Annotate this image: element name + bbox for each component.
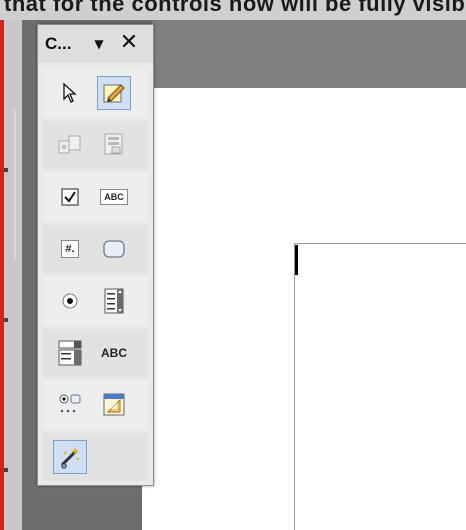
form-design-button[interactable] (97, 388, 131, 422)
push-button-icon (102, 238, 126, 260)
select-pointer-button[interactable] (53, 76, 87, 110)
toolbar-row: ABC (43, 173, 148, 221)
text-boundary-left (294, 243, 295, 530)
checkbox-icon (60, 187, 80, 207)
toolbar-title-bar[interactable]: C... ▼ ✕ (38, 25, 153, 63)
toolbar-menu-button[interactable]: ▼ (88, 33, 110, 55)
text-box-icon: ABC (100, 189, 128, 205)
text-cursor (295, 245, 298, 275)
design-mode-icon (101, 80, 127, 106)
wizard-wand-icon (57, 444, 83, 470)
toolbar-title: C... (45, 34, 72, 53)
toolbar-close-button[interactable]: ✕ (118, 31, 140, 55)
toolbar-row (43, 277, 148, 325)
ruler-tick (4, 168, 8, 172)
list-box-button[interactable] (97, 284, 131, 318)
formatted-field-button[interactable]: #. (53, 232, 87, 266)
form-properties-button[interactable] (97, 128, 131, 162)
ruler-highlight (14, 110, 16, 260)
form-design-icon (101, 392, 127, 418)
text-boundary-top (294, 243, 466, 244)
form-properties-icon (102, 132, 126, 158)
radio-button-icon (61, 292, 79, 310)
document-page[interactable] (142, 88, 466, 530)
list-box-icon (103, 287, 125, 315)
combo-box-button[interactable] (53, 336, 87, 370)
label-field-icon: ABC (101, 346, 127, 360)
pointer-arrow-icon (61, 82, 79, 104)
label-field-button[interactable]: ABC (97, 336, 131, 370)
toolbar-row (43, 433, 148, 481)
combo-box-icon (57, 339, 83, 367)
check-box-button[interactable] (53, 180, 87, 214)
top-strip-text: that for the controls now will be fully … (4, 0, 466, 16)
more-controls-button[interactable] (53, 388, 87, 422)
toolbar-row (43, 121, 148, 169)
toolbar-row: #. (43, 225, 148, 273)
control-properties-button[interactable] (53, 128, 87, 162)
control-properties-icon (57, 133, 83, 157)
toolbar-row (43, 381, 148, 429)
text-box-button[interactable]: ABC (97, 180, 131, 214)
form-controls-toolbar[interactable]: C... ▼ ✕ ABC #. ABC (37, 24, 154, 486)
wizards-on-off-button[interactable] (53, 440, 87, 474)
toolbar-row: ABC (43, 329, 148, 377)
formatted-field-icon: #. (61, 240, 79, 258)
vertical-ruler (4, 20, 22, 530)
ruler-tick (4, 468, 8, 472)
option-button-button[interactable] (53, 284, 87, 318)
ruler-tick (4, 318, 8, 322)
toolbar-row (43, 69, 148, 117)
top-text-strip: that for the controls now will be fully … (0, 0, 466, 20)
more-controls-icon (57, 392, 83, 418)
push-button-button[interactable] (97, 232, 131, 266)
design-mode-button[interactable] (97, 76, 131, 110)
